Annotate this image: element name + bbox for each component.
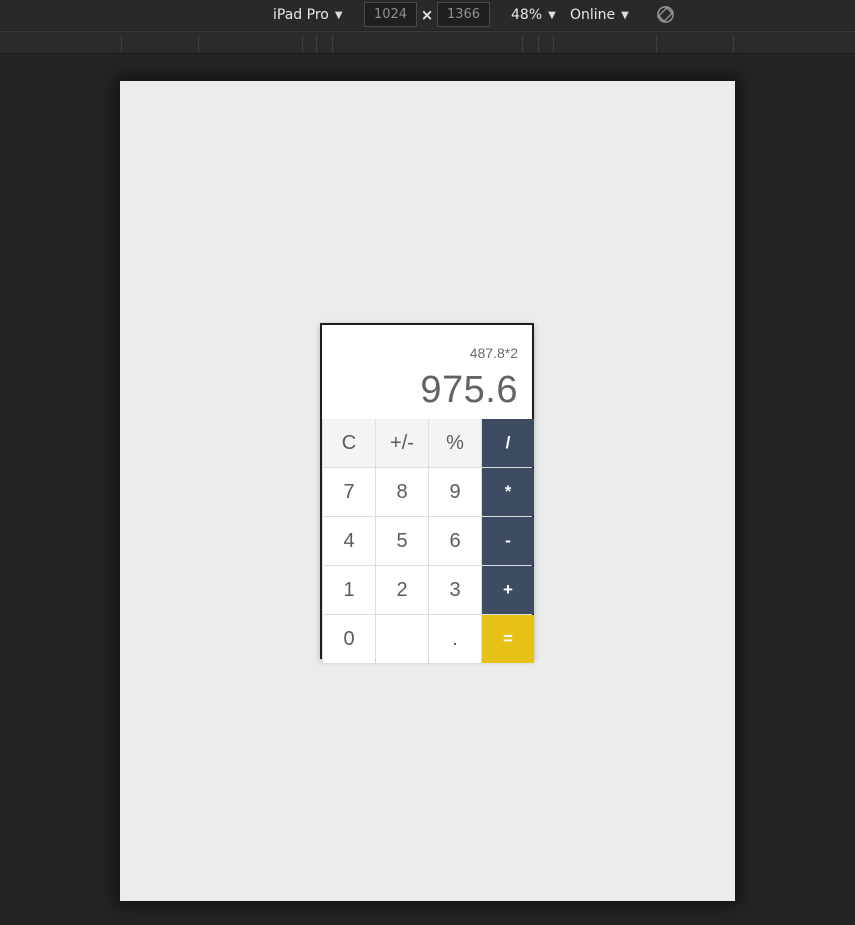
digit-7-button[interactable]: 7 — [323, 468, 375, 516]
digit-9-button[interactable]: 9 — [429, 468, 481, 516]
caret-down-icon: ▼ — [334, 9, 343, 21]
rotate-icon[interactable] — [656, 5, 675, 24]
device-viewport: 487.8*2 975.6 C +/- % / 7 8 9 * 4 5 6 - … — [120, 81, 735, 901]
decimal-button[interactable]: . — [429, 615, 481, 663]
result-text: 975.6 — [420, 369, 518, 411]
ruler-tick — [198, 35, 199, 53]
equals-button[interactable]: = — [482, 615, 534, 663]
subtract-button[interactable]: - — [482, 517, 534, 565]
times-icon: × — [420, 6, 434, 24]
zoom-selector[interactable]: 48% ▼ — [511, 0, 556, 30]
percent-button[interactable]: % — [429, 419, 481, 467]
network-selector[interactable]: Online ▼ — [570, 0, 629, 30]
add-button[interactable]: + — [482, 566, 534, 614]
divide-button[interactable]: / — [482, 419, 534, 467]
ruler-tick — [522, 35, 523, 53]
digit-0-button[interactable]: 0 — [323, 615, 375, 663]
ruler-tick — [332, 35, 333, 53]
digit-8-button[interactable]: 8 — [376, 468, 428, 516]
caret-down-icon: ▼ — [621, 9, 629, 21]
device-label: iPad Pro — [273, 7, 329, 23]
ruler-tick — [302, 35, 303, 53]
device-selector[interactable]: iPad Pro ▼ — [273, 0, 343, 30]
media-query-ruler — [0, 31, 855, 54]
ruler-tick — [656, 35, 657, 53]
clear-button[interactable]: C — [323, 419, 375, 467]
ruler-tick — [553, 35, 554, 53]
width-input[interactable]: 1024 — [364, 2, 417, 27]
blank-key[interactable] — [376, 615, 428, 663]
digit-1-button[interactable]: 1 — [323, 566, 375, 614]
network-label: Online — [570, 7, 616, 23]
caret-down-icon: ▼ — [548, 9, 556, 21]
sign-toggle-button[interactable]: +/- — [376, 419, 428, 467]
digit-3-button[interactable]: 3 — [429, 566, 481, 614]
zoom-label: 48% — [511, 7, 543, 23]
ruler-tick — [538, 35, 539, 53]
device-toolbar: iPad Pro ▼ 1024 × 1366 48% ▼ Online ▼ — [0, 0, 855, 30]
keypad: C +/- % / 7 8 9 * 4 5 6 - 1 2 3 + 0 . = — [322, 419, 534, 663]
ruler-tick — [733, 35, 734, 53]
calculator-display: 487.8*2 975.6 — [322, 325, 532, 419]
calculator: 487.8*2 975.6 C +/- % / 7 8 9 * 4 5 6 - … — [320, 323, 534, 663]
expression-text: 487.8*2 — [469, 345, 518, 361]
digit-2-button[interactable]: 2 — [376, 566, 428, 614]
digit-4-button[interactable]: 4 — [323, 517, 375, 565]
ruler-tick — [316, 35, 317, 53]
height-input[interactable]: 1366 — [437, 2, 490, 27]
digit-5-button[interactable]: 5 — [376, 517, 428, 565]
ruler-tick — [121, 35, 122, 53]
digit-6-button[interactable]: 6 — [429, 517, 481, 565]
multiply-button[interactable]: * — [482, 468, 534, 516]
